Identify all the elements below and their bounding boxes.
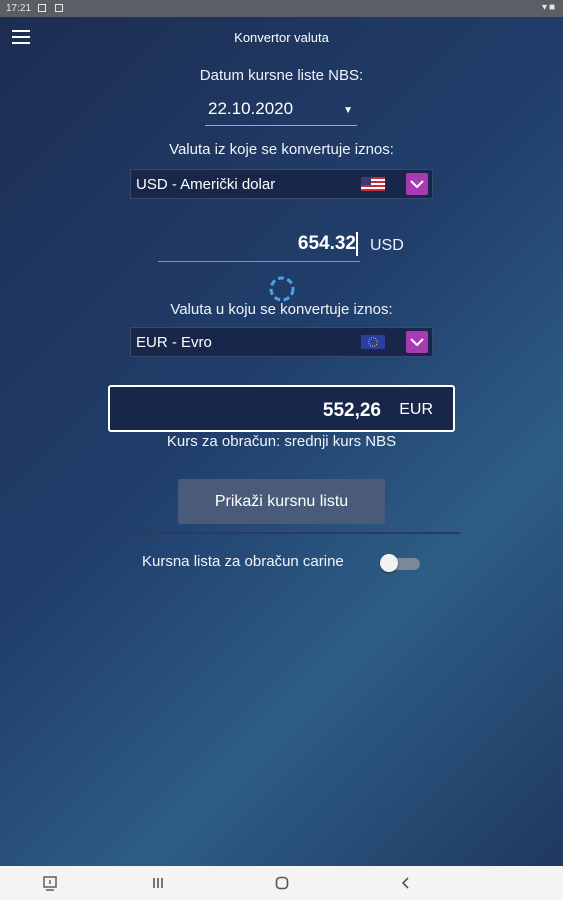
back-icon[interactable] xyxy=(396,875,416,891)
loading-spinner-icon xyxy=(269,276,295,302)
show-rate-list-button[interactable]: Prikaži kursnu listu xyxy=(178,479,385,524)
to-currency-name: EUR - Evro xyxy=(136,334,212,351)
from-currency-label: Valuta iz koje se konvertuje iznos: xyxy=(169,141,394,158)
converted-amount-value: 552,26 xyxy=(322,400,381,421)
gallery-notification-icon xyxy=(38,4,46,12)
customs-toggle-switch[interactable] xyxy=(380,554,420,572)
us-flag-icon xyxy=(361,177,385,191)
from-currency-select[interactable]: USD - Američki dolar xyxy=(130,169,433,199)
to-currency-dropdown-button[interactable] xyxy=(406,331,428,353)
to-unit-label: EUR xyxy=(399,401,433,418)
screenshot-assist-icon[interactable] xyxy=(40,875,60,891)
customs-toggle-label: Kursna lista za obračun carine xyxy=(142,553,344,570)
date-selector[interactable]: 22.10.2020 ▼ xyxy=(205,96,357,126)
app-screen: Konvertor valuta Datum kursne liste NBS:… xyxy=(0,17,563,866)
chevron-down-icon xyxy=(410,338,424,346)
amount-input[interactable]: 654.32 xyxy=(158,228,360,262)
date-value: 22.10.2020 xyxy=(208,99,294,118)
to-currency-select[interactable]: EUR - Evro xyxy=(130,327,433,357)
download-notification-icon xyxy=(55,4,63,12)
home-icon[interactable] xyxy=(272,875,292,891)
wifi-battery-icons: ▾■ xyxy=(541,2,557,13)
system-nav-bar xyxy=(0,866,563,900)
converted-amount-box: 552,26 EUR xyxy=(108,385,455,432)
divider xyxy=(107,532,460,534)
chevron-down-icon xyxy=(410,180,424,188)
status-time: 17:21 xyxy=(6,3,32,14)
app-title: Konvertor valuta xyxy=(234,30,329,45)
switch-knob xyxy=(380,554,398,572)
text-cursor xyxy=(356,232,358,256)
dropdown-caret-icon: ▼ xyxy=(343,105,353,116)
recent-apps-icon[interactable] xyxy=(148,875,168,891)
rate-note: Kurs za obračun: srednji kurs NBS xyxy=(166,433,397,450)
from-currency-dropdown-button[interactable] xyxy=(406,173,428,195)
amount-value: 654.32 xyxy=(297,233,356,254)
from-currency-name: USD - Američki dolar xyxy=(136,176,276,193)
app-header: Konvertor valuta xyxy=(0,17,563,59)
eu-flag-icon xyxy=(361,335,385,349)
to-currency-label: Valuta u koju se konvertuje iznos: xyxy=(170,301,393,318)
status-bar: 17:21 ▾■ xyxy=(0,0,563,17)
date-label: Datum kursne liste NBS: xyxy=(199,67,364,84)
from-unit-label: USD xyxy=(370,237,404,254)
